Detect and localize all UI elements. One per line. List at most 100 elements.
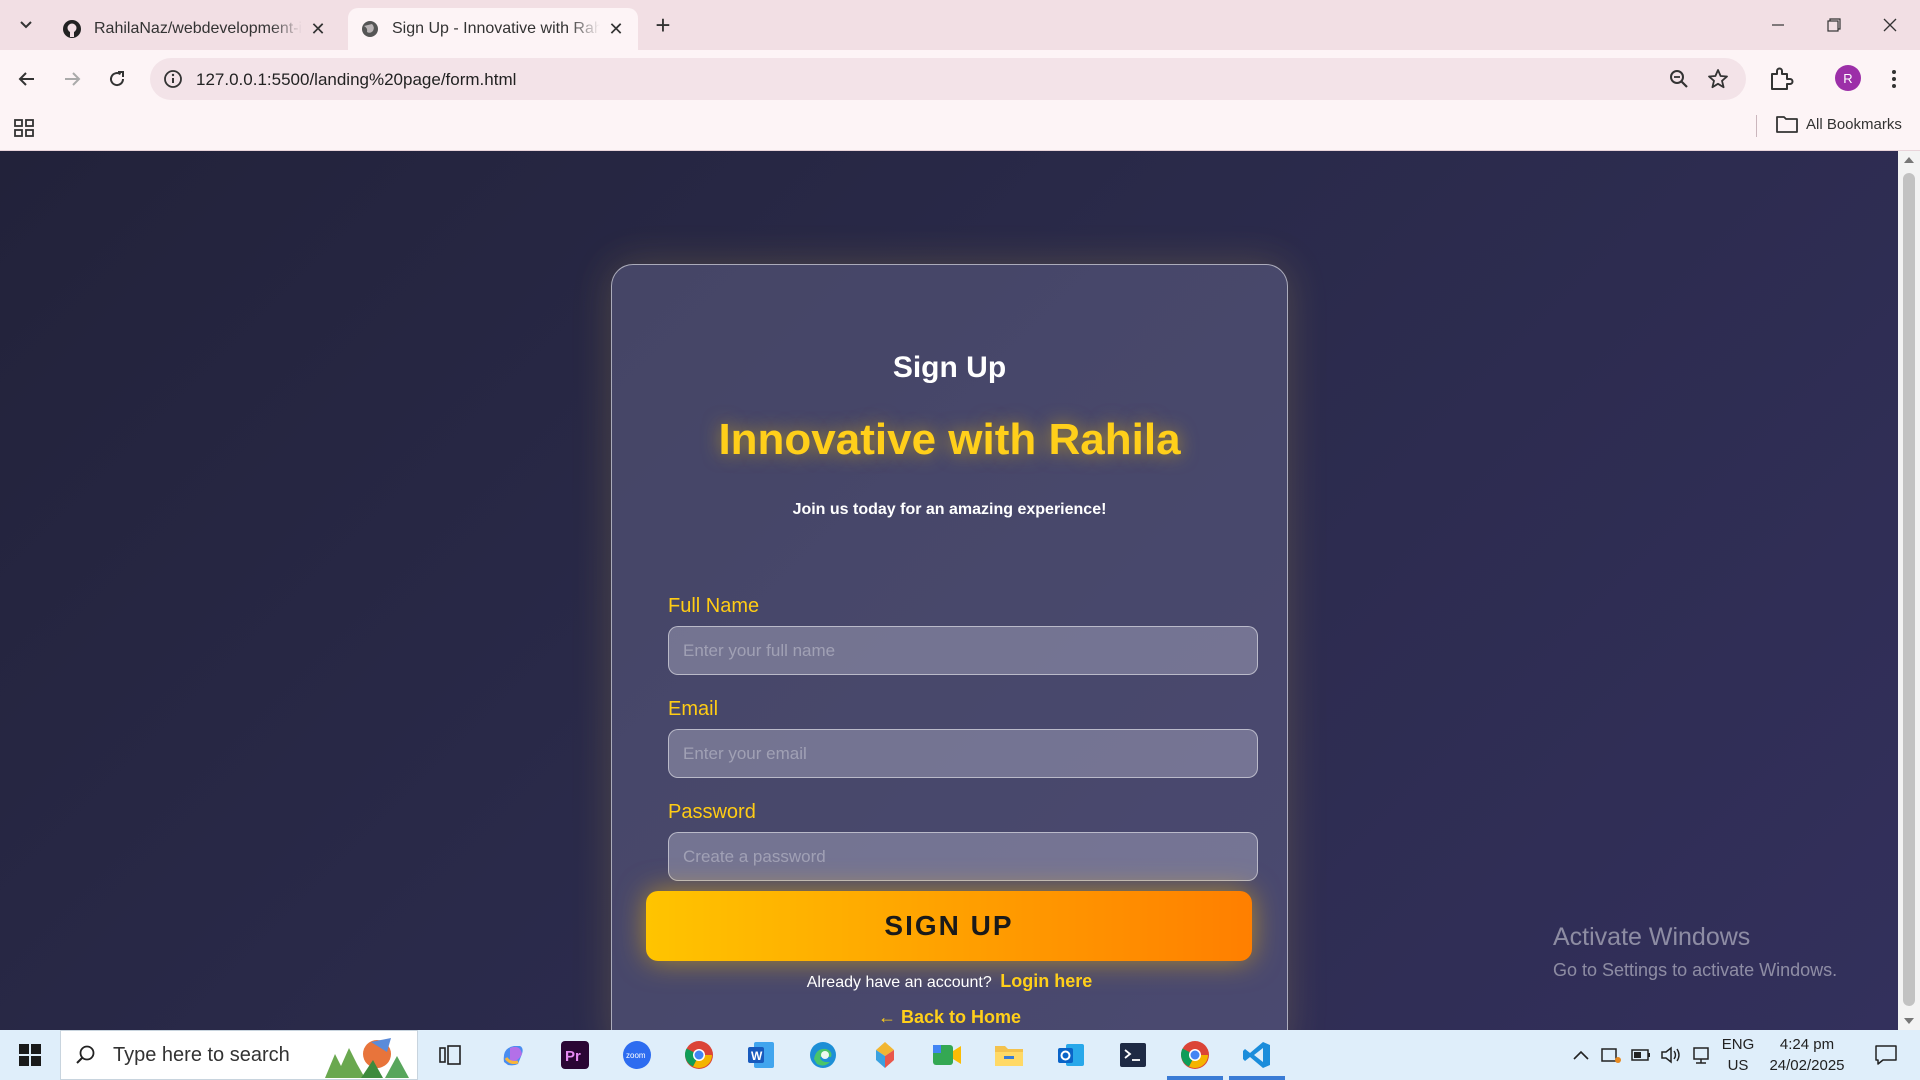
outlook-icon[interactable] xyxy=(1053,1037,1089,1073)
signup-card: Sign Up Innovative with Rahila Join us t… xyxy=(611,264,1288,1030)
profile-avatar[interactable]: R xyxy=(1835,65,1861,91)
svg-text:W: W xyxy=(751,1049,763,1063)
password-label: Password xyxy=(668,801,756,823)
search-placeholder: Type here to search xyxy=(113,1043,290,1066)
github-icon xyxy=(63,20,81,38)
vs-app-icon[interactable] xyxy=(867,1037,903,1073)
notifications-button[interactable] xyxy=(1866,1030,1906,1080)
scroll-up-icon[interactable] xyxy=(1904,157,1914,163)
meet-now-icon[interactable] xyxy=(1598,1030,1624,1080)
restore-button[interactable] xyxy=(1814,10,1854,40)
url-text[interactable]: 127.0.0.1:5500/landing%20page/form.html xyxy=(196,70,516,90)
reload-icon xyxy=(110,71,125,87)
apps-grid-icon[interactable] xyxy=(12,116,36,140)
arrow-right-icon xyxy=(65,72,81,86)
volume-icon[interactable] xyxy=(1658,1030,1684,1080)
zoom-icon[interactable] xyxy=(1668,68,1690,90)
globe-icon xyxy=(362,21,378,37)
page-title: Sign Up xyxy=(892,351,1007,384)
back-button[interactable] xyxy=(11,63,43,95)
all-bookmarks-button[interactable]: All Bookmarks xyxy=(1776,115,1902,133)
close-icon xyxy=(1883,18,1897,32)
address-bar[interactable]: 127.0.0.1:5500/landing%20page/form.html xyxy=(150,58,1746,100)
language-code: ENG xyxy=(1721,1036,1755,1053)
all-bookmarks-label: All Bookmarks xyxy=(1806,115,1902,133)
minimize-button[interactable] xyxy=(1758,10,1798,40)
watermark-subtitle: Go to Settings to activate Windows. xyxy=(1553,960,1838,980)
zoom-icon[interactable]: zoom xyxy=(619,1037,655,1073)
tagline: Join us today for an amazing experience! xyxy=(792,501,1107,518)
bookmarks-bar: All Bookmarks xyxy=(0,107,1920,151)
tab-search-button[interactable] xyxy=(12,13,40,37)
network-icon[interactable] xyxy=(1688,1030,1714,1080)
email-field[interactable] xyxy=(668,729,1258,778)
full-name-label: Full Name xyxy=(668,595,760,617)
taskbar: Type here to search Pr zoom W ENG US 4:2… xyxy=(0,1030,1920,1080)
taskbar-search[interactable]: Type here to search xyxy=(60,1030,418,1080)
minimize-icon xyxy=(1772,24,1784,26)
extensions-icon[interactable] xyxy=(1766,64,1796,94)
clock-time: 4:24 pm xyxy=(1779,1036,1835,1053)
tab-github[interactable]: RahilaNaz/webdevelopment-intern ✕ xyxy=(50,8,340,50)
site-info-icon[interactable] xyxy=(162,68,184,90)
file-explorer-icon[interactable] xyxy=(991,1037,1027,1073)
close-window-button[interactable] xyxy=(1870,10,1910,40)
tab-sign-up[interactable]: Sign Up - Innovative with Rahila ✕ xyxy=(348,8,638,50)
search-highlight-illustration xyxy=(325,1038,409,1078)
vscode-icon[interactable] xyxy=(1239,1037,1275,1073)
active-app-indicator xyxy=(1167,1076,1223,1080)
sign-up-button[interactable]: SIGN UP xyxy=(646,891,1252,961)
terminal-icon[interactable] xyxy=(1115,1037,1151,1073)
clock-date: 24/02/2025 xyxy=(1769,1057,1845,1074)
windows-logo-icon xyxy=(19,1044,41,1066)
show-hidden-icons-button[interactable] xyxy=(1568,1030,1594,1080)
premiere-pro-icon[interactable]: Pr xyxy=(557,1037,593,1073)
svg-text:Pr: Pr xyxy=(565,1048,581,1065)
watermark-title: Activate Windows xyxy=(1553,923,1751,951)
reload-button[interactable] xyxy=(101,63,133,95)
folder-icon xyxy=(1776,116,1798,133)
clock[interactable]: 4:24 pm 24/02/2025 xyxy=(1762,1034,1852,1076)
chrome-icon[interactable] xyxy=(681,1037,717,1073)
close-icon[interactable]: ✕ xyxy=(308,19,328,39)
start-button[interactable] xyxy=(0,1030,60,1080)
brand-title: Innovative with Rahila xyxy=(718,415,1181,464)
email-label: Email xyxy=(668,698,719,720)
more-vert-icon xyxy=(1892,70,1896,88)
activate-windows-watermark: Activate Windows Go to Settings to activ… xyxy=(1553,923,1837,981)
notification-icon xyxy=(1875,1045,1897,1065)
bookmarks-separator xyxy=(1756,115,1757,137)
svg-text:zoom: zoom xyxy=(626,1051,646,1060)
language-indicator[interactable]: ENG US xyxy=(1716,1034,1760,1076)
page-viewport: Sign Up Innovative with Rahila Join us t… xyxy=(0,151,1898,1030)
restore-icon xyxy=(1827,18,1841,32)
arrow-left-icon xyxy=(18,72,34,86)
new-tab-button[interactable]: + xyxy=(650,10,676,40)
back-to-home-link[interactable]: ← Back to Home xyxy=(612,1007,1287,1028)
full-name-field[interactable] xyxy=(668,626,1258,675)
word-icon[interactable]: W xyxy=(743,1037,779,1073)
scroll-down-icon[interactable] xyxy=(1904,1018,1914,1024)
bookmark-star-icon[interactable] xyxy=(1706,67,1730,91)
chrome-active-icon[interactable] xyxy=(1177,1037,1213,1073)
close-icon[interactable]: ✕ xyxy=(606,19,626,39)
region-code: US xyxy=(1727,1057,1749,1074)
browser-menu-button[interactable] xyxy=(1880,64,1908,94)
page-scrollbar[interactable] xyxy=(1898,151,1920,1030)
meet-icon[interactable] xyxy=(929,1037,965,1073)
chevron-down-icon xyxy=(20,21,32,29)
scrollbar-thumb[interactable] xyxy=(1903,173,1915,1006)
password-field[interactable] xyxy=(668,832,1258,881)
battery-icon[interactable] xyxy=(1628,1030,1654,1080)
active-app-indicator xyxy=(1229,1076,1285,1080)
copilot-icon[interactable] xyxy=(495,1037,531,1073)
login-prompt-row: Already have an account? Login here xyxy=(612,971,1287,992)
tab-title: RahilaNaz/webdevelopment-intern xyxy=(94,20,302,37)
chevron-up-icon xyxy=(1573,1050,1589,1060)
search-icon xyxy=(76,1045,95,1064)
task-view-icon[interactable] xyxy=(432,1037,468,1073)
login-link[interactable]: Login here xyxy=(1000,971,1092,991)
tab-title: Sign Up - Innovative with Rahila xyxy=(392,20,600,37)
edge-icon[interactable] xyxy=(805,1037,841,1073)
forward-button[interactable] xyxy=(56,63,88,95)
